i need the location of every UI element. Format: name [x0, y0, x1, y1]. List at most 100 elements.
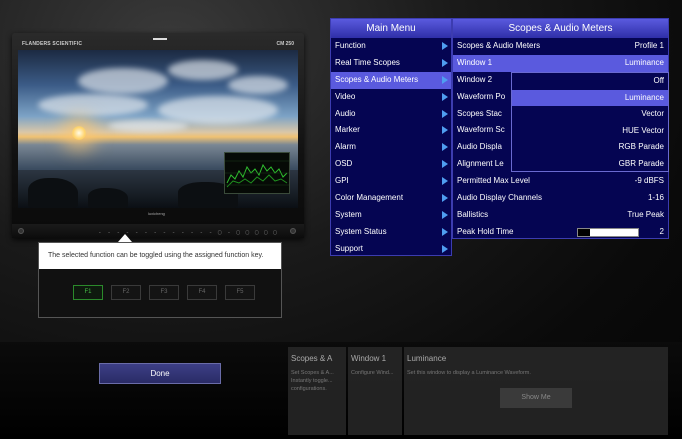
monitor-screen [18, 50, 298, 208]
bezel-knob-right [290, 228, 296, 234]
dropdown-option-vector[interactable]: Vector [512, 106, 668, 123]
sub-item-permitted-max-level[interactable]: Permitted Max Level -9 dBFS [453, 173, 668, 190]
sub-item-label: Scopes Stac [457, 108, 502, 118]
menu-item-scopes-audio-meters[interactable]: Scopes & Audio Meters [331, 71, 451, 89]
menu-item-system[interactable]: System [331, 207, 451, 224]
menu-item-label: Real Time Scopes [335, 57, 400, 67]
sub-item-label: Waveform Sc [457, 125, 505, 135]
fkey-f2[interactable]: F2 [111, 285, 141, 300]
dropdown-option-luminance[interactable]: Luminance [512, 89, 668, 107]
main-menu-title: Main Menu [331, 19, 451, 38]
arrow-right-icon [442, 160, 448, 169]
fkey-f1[interactable]: F1 [73, 285, 103, 300]
menu-item-real-time-scopes[interactable]: Real Time Scopes [331, 55, 451, 72]
arrow-right-icon [442, 75, 448, 84]
menu-item-color-management[interactable]: Color Management [331, 190, 451, 207]
help-panel-scopes: Scopes & A Set Scopes & A... Instantly t… [288, 347, 346, 435]
sub-item-window-1[interactable]: Window 1 Luminance [453, 54, 668, 72]
sub-item-label: Audio Displa [457, 142, 502, 152]
dropdown-option-rgb-parade[interactable]: RGB Parade [512, 139, 668, 156]
sub-item-label: Scopes & Audio Meters [457, 41, 541, 50]
help-panel-window-1: Window 1 Configure Wind... [348, 347, 402, 435]
menu-item-label: Video [335, 91, 356, 101]
menu-item-label: Function [335, 41, 366, 50]
sub-item-label: Permitted Max Level [457, 176, 530, 186]
arrow-right-icon [442, 126, 448, 135]
menu-item-label: GPI [335, 176, 349, 186]
sub-item-value: 2 [659, 226, 664, 236]
scope-inset [224, 152, 290, 194]
dropdown-option-hue-vector[interactable]: HUE Vector [512, 123, 668, 140]
peak-hold-slider[interactable] [577, 227, 639, 237]
sub-item-label: Alignment Le [457, 159, 504, 169]
menu-item-support[interactable]: Support [331, 241, 451, 258]
menu-item-alarm[interactable]: Alarm [331, 139, 451, 156]
menu-item-label: OSD [335, 159, 353, 169]
menu-item-label: Audio [335, 108, 356, 118]
menu-item-label: Support [335, 243, 364, 253]
done-button[interactable]: Done [99, 363, 221, 384]
help-desc: Set Scopes & A... Instantly toggle... co… [291, 370, 334, 392]
arrow-right-icon [442, 194, 448, 203]
arrow-right-icon [442, 227, 448, 236]
menu-item-label: Color Management [335, 193, 404, 203]
main-menu: Main Menu Function Real Time Scopes Scop… [330, 18, 452, 256]
sub-item-value: Profile 1 [634, 41, 664, 50]
function-key-row: F1 F2 F3 F4 F5 [73, 285, 255, 300]
sub-item-label: Window 2 [457, 74, 493, 84]
sub-item-label: Ballistics [457, 209, 489, 219]
sub-item-ballistics[interactable]: Ballistics True Peak [453, 207, 668, 224]
sub-item-value: -9 dBFS [634, 176, 664, 186]
help-panel-luminance: Luminance Set this window to display a L… [404, 347, 668, 435]
dropdown-option-off[interactable]: Off [512, 73, 668, 90]
help-desc: Configure Wind... [351, 370, 394, 376]
window-1-dropdown: Off Luminance Vector HUE Vector RGB Para… [511, 72, 669, 172]
menu-item-system-status[interactable]: System Status [331, 224, 451, 241]
sub-item-label: Audio Display Channels [457, 193, 542, 203]
fkey-f5[interactable]: F5 [225, 285, 255, 300]
menu-item-gpi[interactable]: GPI [331, 173, 451, 190]
sub-item-scopes-audio-meters[interactable]: Scopes & Audio Meters Profile 1 [453, 38, 668, 55]
sub-item-label: Window 1 [457, 57, 493, 67]
arrow-right-icon [442, 244, 448, 253]
bezel-knob-left [18, 228, 24, 234]
fkey-f3[interactable]: F3 [149, 285, 179, 300]
sub-item-label: Waveform Po [457, 91, 506, 101]
menu-item-audio[interactable]: Audio [331, 106, 451, 123]
peak-hold-slider-fill [578, 228, 590, 236]
arrow-right-icon [442, 92, 448, 101]
monitor-brand: FLANDERS SCIENTIFIC [22, 41, 83, 47]
help-desc: Set this window to display a Luminance W… [407, 370, 531, 376]
tooltip-text: The selected function can be toggled usi… [39, 243, 281, 269]
sub-item-value: True Peak [627, 209, 664, 219]
menu-item-function[interactable]: Function [331, 38, 451, 55]
function-key-tooltip: The selected function can be toggled usi… [38, 242, 282, 318]
sub-item-peak-hold-time[interactable]: Peak Hold Time 2 [453, 224, 668, 241]
sub-item-value: 1-16 [647, 193, 664, 203]
menu-item-marker[interactable]: Marker [331, 122, 451, 139]
monitor-model: CM 250 [276, 41, 294, 47]
menu-item-label: Marker [335, 125, 360, 135]
menu-item-video[interactable]: Video [331, 89, 451, 106]
arrow-right-icon [442, 177, 448, 186]
fkey-f4[interactable]: F4 [187, 285, 217, 300]
help-title: Scopes & A [291, 354, 333, 363]
arrow-right-icon [442, 58, 448, 67]
tooltip-pointer [118, 234, 132, 242]
bezel-logo: luxicheng [148, 211, 165, 216]
sub-item-label: Peak Hold Time [457, 226, 514, 236]
sub-item-audio-display-channels[interactable]: Audio Display Channels 1-16 [453, 190, 668, 207]
menu-item-osd[interactable]: OSD [331, 156, 451, 173]
menu-item-label: Alarm [335, 142, 356, 152]
arrow-right-icon [442, 143, 448, 152]
help-title: Luminance [407, 354, 447, 363]
show-me-button[interactable]: Show Me [500, 388, 572, 408]
help-title: Window 1 [351, 354, 387, 363]
sun-image [72, 126, 86, 140]
monitor: FLANDERS SCIENTIFIC CM 250 luxicheng - -… [12, 33, 304, 238]
arrow-right-icon [442, 109, 448, 118]
dropdown-option-gbr-parade[interactable]: GBR Parade [512, 156, 668, 173]
menu-item-label: Scopes & Audio Meters [335, 74, 419, 84]
menu-item-label: System Status [335, 226, 387, 236]
sub-item-value: Luminance [624, 57, 664, 67]
